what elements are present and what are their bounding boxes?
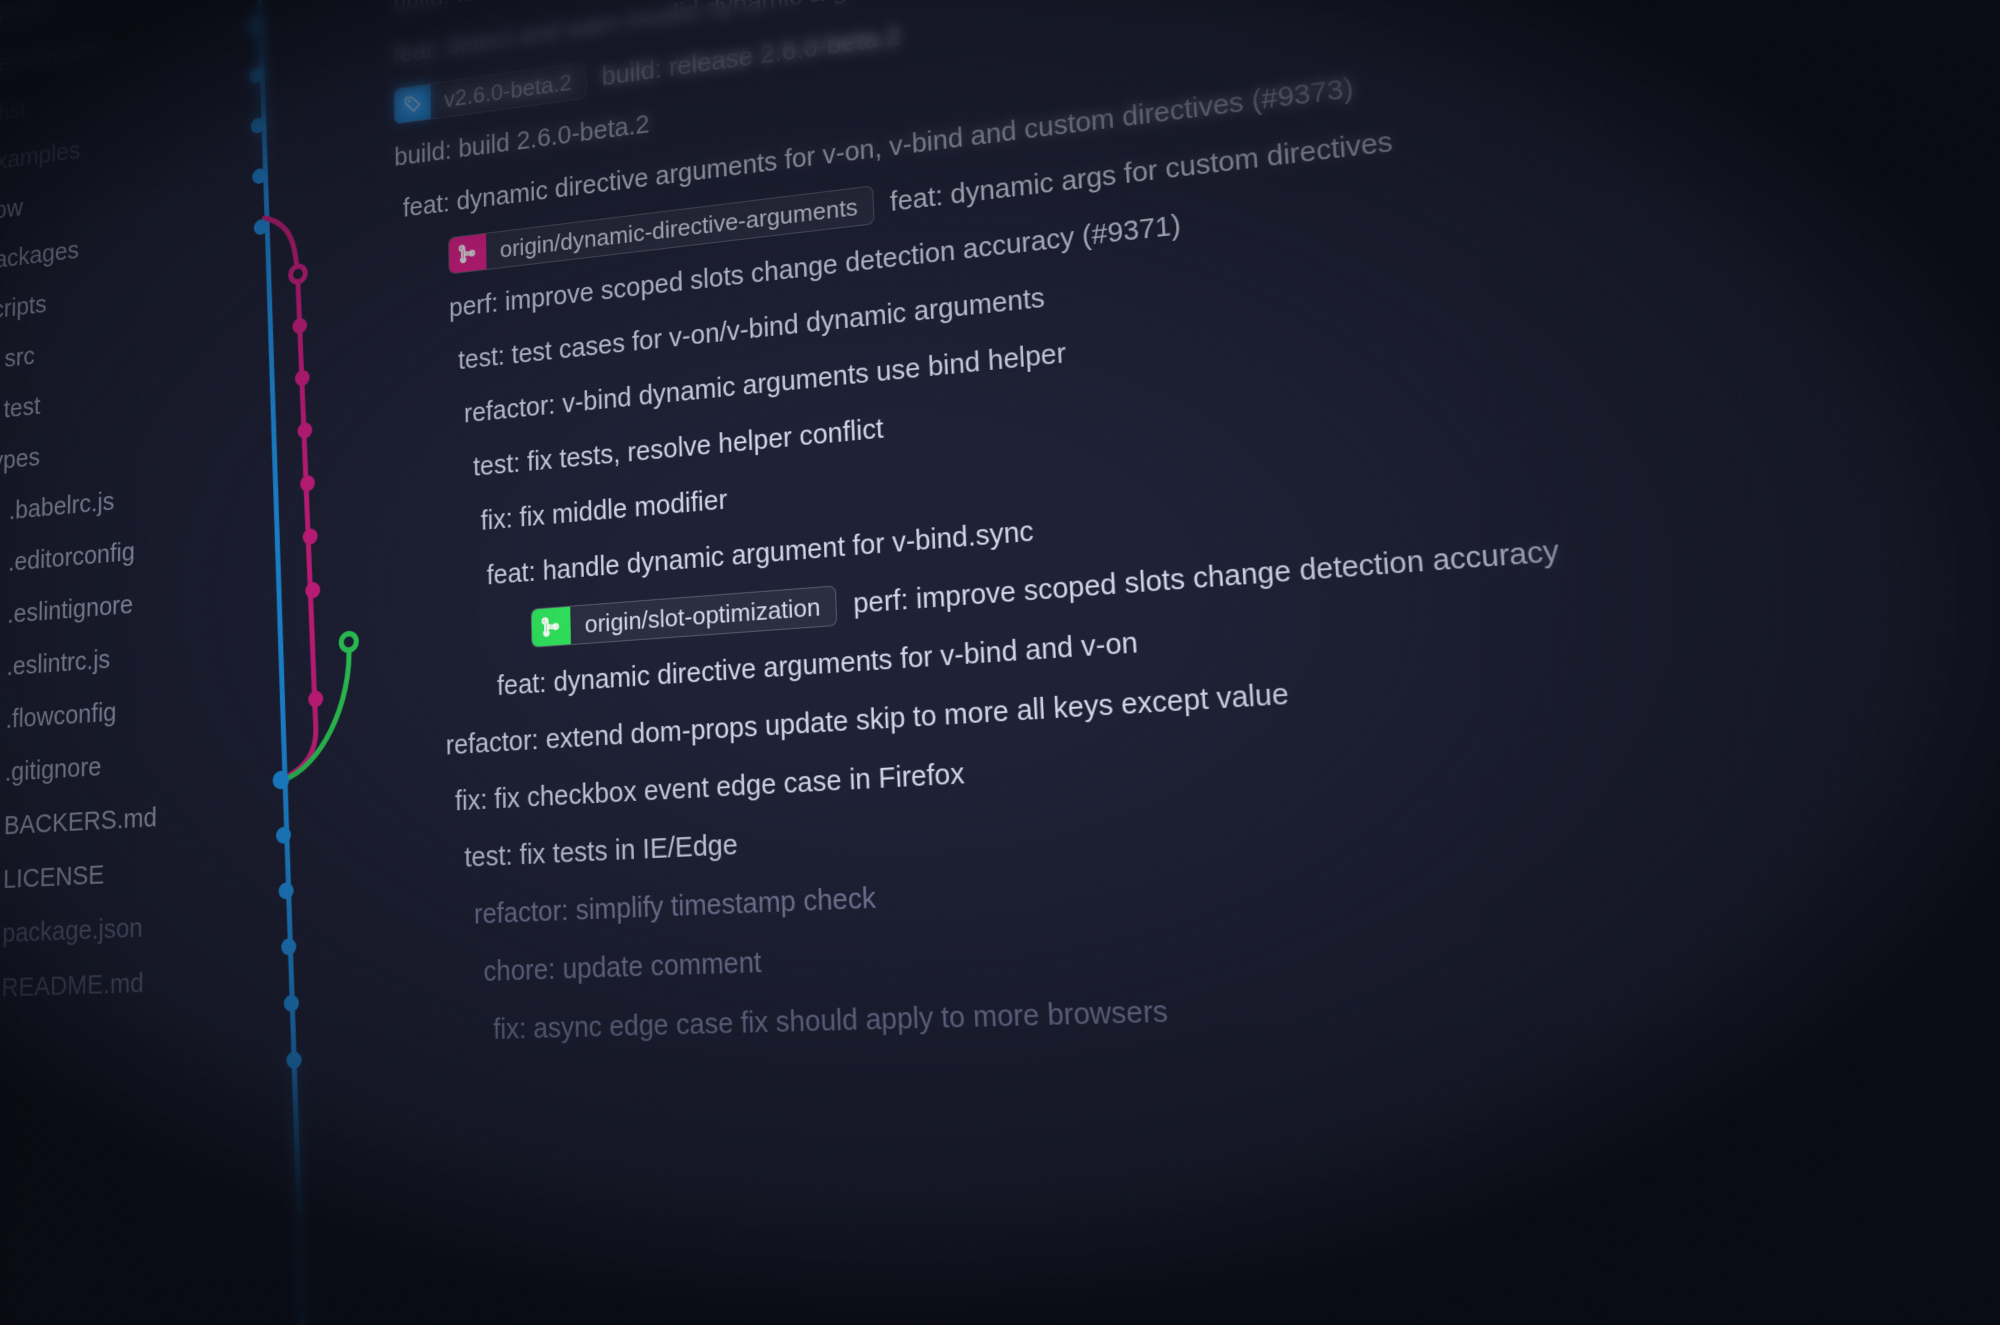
sidebar-item[interactable]: BACKERS.md <box>0 787 216 856</box>
sidebar-item-label: .eslintrc.js <box>6 645 110 683</box>
sidebar-item-label: package.json <box>2 913 143 950</box>
commit-message: fix: fix middle modifier <box>481 485 728 537</box>
branch-label: origin/slot-optimization <box>570 591 836 640</box>
sidebar-item-label: benchmarks <box>0 34 108 80</box>
editor-window: githubbenchmarks dist examples flow packages… <box>0 0 2000 1325</box>
commit-message: refactor: simplify timestamp check <box>474 882 877 931</box>
tag-icon <box>394 84 431 123</box>
sidebar-item-label: dist <box>0 95 26 128</box>
sidebar-item-label: .flowconfig <box>5 697 116 735</box>
file-tree-sidebar: githubbenchmarks dist examples flow packages… <box>0 0 218 1017</box>
sidebar-item[interactable]: README.md <box>0 953 215 1017</box>
branch-icon <box>449 234 486 274</box>
sidebar-item-label: README.md <box>1 968 144 1004</box>
sidebar-item-label: .editorconfig <box>8 537 135 578</box>
sidebar-item-label: src <box>4 342 35 374</box>
sidebar-item-label: BACKERS.md <box>4 803 157 842</box>
commit-message: test: fix tests in IE/Edge <box>464 829 738 874</box>
sidebar-item-label: types <box>0 443 40 477</box>
sidebar-item-label: test <box>4 392 41 425</box>
sidebar-item-label: scripts <box>0 290 47 326</box>
sidebar-item-label: .gitignore <box>5 752 102 788</box>
sidebar-item-label: packages <box>0 236 79 277</box>
sidebar-item-label: .eslintignore <box>7 590 133 630</box>
sidebar-item-label: .babelrc.js <box>9 487 115 526</box>
sidebar-item-label: flow <box>0 194 23 227</box>
branch-icon <box>532 607 571 647</box>
sidebar-item-label: github <box>0 0 47 32</box>
sidebar-item-label: examples <box>0 136 80 177</box>
sidebar-item-label: LICENSE <box>3 860 105 895</box>
tag-label: v2.6.0-beta.2 <box>431 66 586 114</box>
commit-message: fix: async edge case fix should apply to… <box>493 995 1169 1046</box>
commit-list: build: build 2.6.0-beta.3build: fix feat… <box>336 0 1598 1063</box>
sidebar-item[interactable]: package.json <box>0 898 216 964</box>
commit-message: chore: update comment <box>483 947 762 989</box>
